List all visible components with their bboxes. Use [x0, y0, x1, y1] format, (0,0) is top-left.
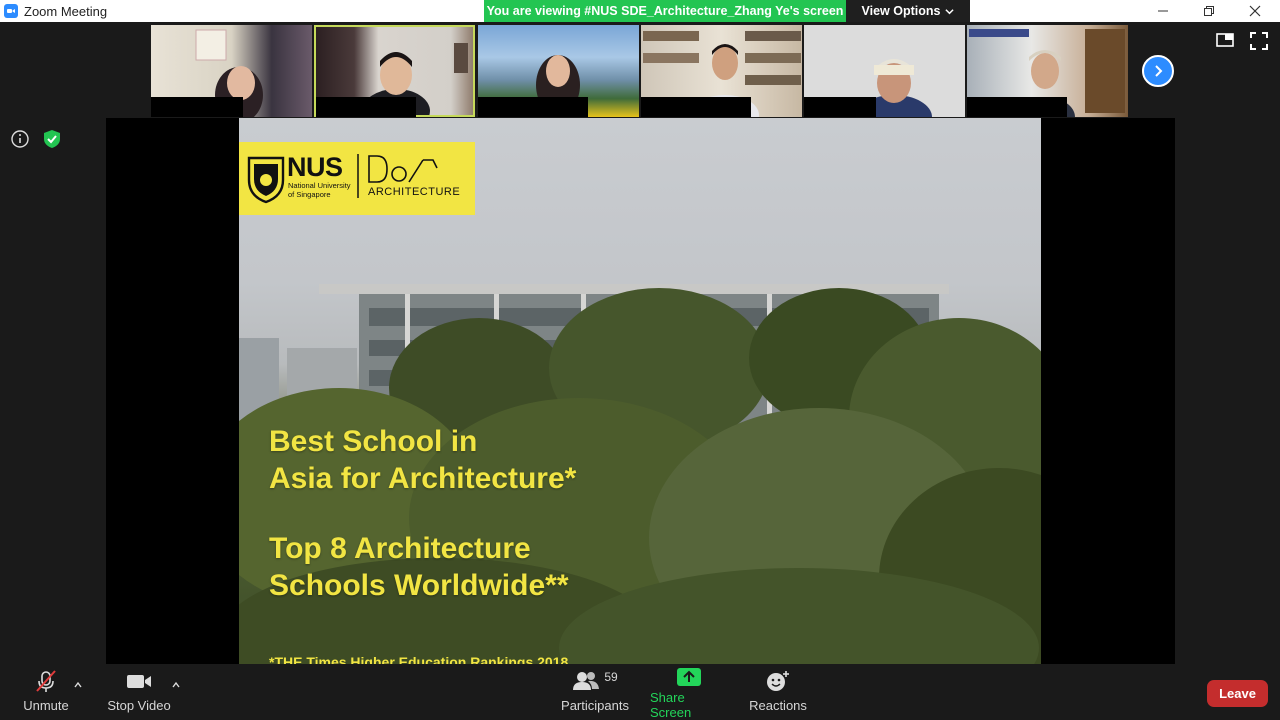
restore-icon [1204, 6, 1214, 16]
unmute-button[interactable]: Unmute [14, 664, 78, 720]
muted-mic-icon [33, 664, 59, 698]
slide-headline-2-line1: Top 8 Architecture [269, 532, 531, 565]
logo-subtitle-line1: National University [288, 181, 351, 190]
close-button[interactable] [1232, 0, 1278, 22]
window-title: Zoom Meeting [24, 3, 108, 19]
slide-headline-1-line2: Asia for Architecture* [269, 462, 577, 495]
participant-video-active-speaker[interactable] [314, 25, 475, 117]
logo-nus-text: NUS [287, 152, 343, 182]
participant-video[interactable] [151, 25, 312, 117]
chevron-right-icon [1155, 65, 1163, 77]
restore-button[interactable] [1186, 0, 1232, 22]
layout-icon [1216, 33, 1234, 47]
unmute-label: Unmute [23, 698, 69, 713]
participants-button[interactable]: 59 Participants [558, 664, 632, 720]
slide-headline-2-line2: Schools Worldwide** [269, 569, 569, 602]
participant-nameplate [316, 97, 416, 117]
viewing-screen-banner: You are viewing #NUS SDE_Architecture_Zh… [484, 0, 846, 22]
chevron-up-icon [172, 681, 180, 688]
stop-video-button[interactable]: Stop Video [102, 664, 176, 720]
logo-subtitle-line2: of Singapore [288, 190, 331, 199]
nus-crest-icon [247, 154, 438, 204]
participant-video[interactable] [478, 25, 639, 117]
shared-screen: NUS National University of Singapore ARC… [106, 118, 1175, 665]
participants-label: Participants [561, 698, 629, 713]
video-camera-icon [125, 664, 153, 698]
participant-video[interactable] [641, 25, 802, 117]
share-screen-button[interactable]: Share Screen [650, 664, 728, 720]
viewing-screen-text: You are viewing #NUS SDE_Architecture_Zh… [486, 4, 844, 18]
leave-button[interactable]: Leave [1207, 680, 1268, 707]
reaction-emoji-icon [765, 664, 791, 698]
audio-options-caret[interactable] [71, 678, 85, 692]
fullscreen-icon [1250, 32, 1268, 50]
chevron-down-icon [945, 8, 955, 14]
fullscreen-button[interactable] [1250, 32, 1268, 50]
participant-video[interactable] [804, 25, 965, 117]
participant-video[interactable] [967, 25, 1128, 117]
nus-architecture-logo: NUS National University of Singapore ARC… [239, 142, 475, 215]
view-options-label: View Options [861, 4, 941, 18]
info-icon [11, 130, 29, 148]
slide-headline-2: Top 8 Architecture Schools Worldwide** [269, 530, 569, 604]
minimize-button[interactable] [1140, 0, 1186, 22]
zoom-app-icon [4, 4, 18, 18]
shield-check-icon [44, 130, 60, 148]
view-options-button[interactable]: View Options [846, 0, 970, 22]
participant-nameplate [967, 97, 1067, 117]
video-options-caret[interactable] [169, 678, 183, 692]
security-status-button[interactable] [41, 128, 63, 150]
chevron-up-icon [74, 681, 82, 688]
share-screen-icon [676, 664, 702, 690]
participant-nameplate [478, 97, 588, 117]
reactions-button[interactable]: Reactions [746, 664, 810, 720]
speaker-view-button[interactable] [1216, 32, 1234, 48]
participants-icon [573, 672, 600, 690]
close-icon [1249, 5, 1261, 17]
presentation-slide: NUS National University of Singapore ARC… [239, 118, 1041, 665]
participant-count: 59 [604, 670, 618, 684]
stop-video-label: Stop Video [107, 698, 171, 713]
slide-headline-1-line1: Best School in [269, 425, 478, 458]
logo-architecture-text: ARCHITECTURE [368, 186, 461, 198]
meeting-info-button[interactable] [10, 129, 30, 149]
participant-nameplate [151, 97, 243, 117]
minimize-icon [1158, 10, 1168, 12]
meeting-toolbar: Unmute Stop Video 59 Participants Share … [0, 664, 1280, 720]
participant-nameplate [804, 97, 876, 117]
share-screen-label: Share Screen [650, 690, 692, 720]
slide-headline-1: Best School in Asia for Architecture* [269, 423, 576, 497]
participant-nameplate [641, 97, 751, 117]
reactions-label: Reactions [749, 698, 807, 713]
next-participants-button[interactable] [1142, 55, 1174, 87]
